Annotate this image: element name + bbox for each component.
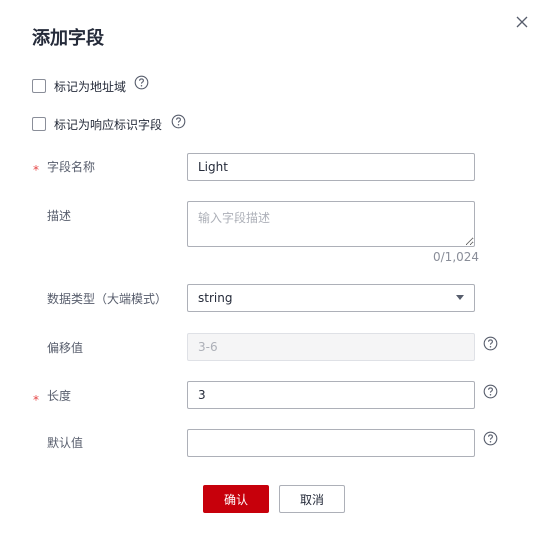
data-type-label: 数据类型（大端模式） [47, 292, 168, 306]
response-flag-checkbox-row: 标记为响应标识字段 [32, 114, 162, 134]
response-flag-checkbox[interactable] [32, 117, 46, 131]
caret-down-icon [456, 295, 464, 300]
confirm-button[interactable]: 确认 [203, 485, 269, 513]
length-input[interactable] [187, 381, 475, 409]
address-domain-checkbox[interactable] [32, 79, 46, 93]
data-type-value: string [198, 291, 233, 305]
offset-input [187, 333, 475, 361]
dialog-title: 添加字段 [32, 28, 104, 49]
address-domain-label: 标记为地址域 [54, 79, 127, 94]
address-domain-checkbox-row: 标记为地址域 [32, 76, 126, 96]
cancel-button[interactable]: 取消 [279, 485, 345, 513]
help-icon[interactable] [483, 431, 498, 446]
default-value-input[interactable] [187, 429, 475, 457]
description-counter: 0/1,024 [433, 250, 480, 264]
length-label: 长度 [47, 389, 72, 403]
data-type-select[interactable]: string [187, 284, 475, 312]
description-textarea[interactable] [187, 201, 475, 247]
required-mark: * [33, 163, 39, 177]
field-name-label: 字段名称 [47, 160, 96, 174]
response-flag-label: 标记为响应标识字段 [54, 117, 163, 132]
offset-label: 偏移值 [47, 341, 84, 355]
description-label: 描述 [47, 209, 72, 223]
default-value-label: 默认值 [47, 436, 84, 450]
field-name-input[interactable] [187, 153, 475, 181]
close-icon[interactable] [513, 13, 531, 31]
add-field-dialog: 添加字段 标记为地址域 标记为响应标识字段 * 字段名称 描述 0/1,024 [0, 0, 544, 540]
required-mark: * [33, 393, 39, 407]
help-icon[interactable] [483, 384, 498, 399]
help-icon[interactable] [134, 75, 149, 90]
help-icon[interactable] [483, 336, 498, 351]
help-icon[interactable] [171, 114, 186, 129]
